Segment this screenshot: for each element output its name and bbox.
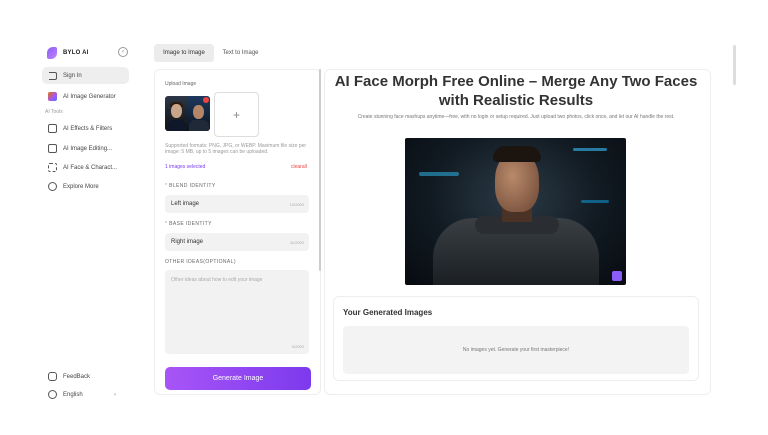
sidebar-item-image-generator[interactable]: AI Image Generator — [48, 92, 116, 101]
upload-hint: Supported formats: PNG, JPG, or WEBP. Ma… — [165, 143, 307, 155]
blend-identity-input[interactable]: Left image 10/2000 — [165, 195, 309, 213]
blend-identity-label: * BLEND IDENTITY — [165, 183, 216, 189]
section-title: AI Tools — [45, 109, 63, 115]
add-image-button[interactable]: + — [214, 92, 259, 137]
panel-scrollbar[interactable] — [319, 69, 321, 271]
chevron-right-icon: › — [114, 391, 116, 398]
language-label: English — [63, 391, 83, 398]
base-char-count: 11/2000 — [289, 239, 304, 245]
upload-label: Upload Image — [165, 81, 197, 87]
hero-hair — [493, 146, 541, 162]
thumb-left-shirt — [167, 120, 186, 131]
thumb-right-face-shape — [193, 105, 204, 119]
blend-identity-value: Left image — [171, 201, 200, 207]
sidebar-item-label: AI Image Editing... — [63, 145, 113, 152]
generate-image-button[interactable]: Generate Image — [165, 367, 311, 390]
images-selected-count: 1 images selected — [165, 164, 206, 170]
hero-image — [405, 138, 626, 285]
thumb-left-face-shape — [171, 104, 182, 118]
base-identity-value: Right image — [171, 239, 204, 245]
blend-char-count: 10/2000 — [289, 201, 304, 207]
remove-image-icon[interactable] — [203, 97, 209, 103]
other-ideas-char-count: 0/2000 — [291, 344, 304, 349]
tab-image-to-image[interactable]: Image to Image — [154, 44, 214, 62]
uploaded-image-thumbnail[interactable] — [165, 96, 210, 131]
other-ideas-textarea[interactable]: Other ideas about how to edit your image… — [165, 270, 309, 354]
sign-in-button[interactable]: Sign In — [42, 67, 129, 84]
sidebar-item-explore[interactable]: Explore More — [48, 182, 99, 191]
page-subtitle: Create stunning face mashups anytime—fre… — [357, 114, 675, 120]
hero-light-2 — [573, 148, 607, 151]
clear-all-link[interactable]: clearall — [291, 164, 307, 170]
page-title: AI Face Morph Free Online – Merge Any Tw… — [334, 73, 698, 109]
sidebar-item-image-editing[interactable]: AI Image Editing... — [48, 144, 112, 153]
collapse-sidebar-icon[interactable]: ‹ — [118, 47, 128, 57]
globe-icon — [48, 390, 57, 399]
brand[interactable]: BYLO AI — [47, 47, 89, 59]
face-scan-icon — [48, 163, 57, 172]
sidebar: BYLO AI ‹ Sign In AI Image Generator AI … — [40, 40, 132, 405]
thumb-left-face — [165, 96, 188, 131]
sidebar-item-label: AI Image Generator — [63, 93, 116, 100]
sidebar-item-label: AI Effects & Filters — [63, 125, 113, 132]
generated-images-title: Your Generated Images — [343, 308, 433, 317]
sidebar-item-face-character[interactable]: AI Face & Charact... — [48, 163, 117, 172]
image-generator-icon — [48, 92, 57, 101]
plus-icon: + — [232, 107, 240, 122]
sign-in-icon — [49, 71, 57, 80]
feedback-button[interactable]: FeedBack — [48, 372, 90, 381]
language-selector[interactable]: English › — [48, 390, 130, 399]
sidebar-item-label: Explore More — [63, 183, 99, 190]
base-identity-label-text: BASE IDENTITY — [169, 221, 212, 227]
hero-light-3 — [581, 200, 609, 203]
base-identity-label: * BASE IDENTITY — [165, 221, 212, 227]
sidebar-item-label: AI Face & Charact... — [63, 164, 118, 171]
sidebar-item-effects[interactable]: AI Effects & Filters — [48, 124, 112, 133]
explore-icon — [48, 182, 57, 191]
feedback-label: FeedBack — [63, 373, 91, 380]
brand-name: BYLO AI — [63, 50, 89, 56]
feedback-icon — [48, 372, 57, 381]
blend-identity-label-text: BLEND IDENTITY — [169, 183, 216, 189]
empty-state: No images yet. Generate your first maste… — [343, 326, 689, 374]
tab-text-to-image[interactable]: Text to Image — [218, 44, 263, 62]
sign-in-label: Sign In — [63, 72, 82, 79]
hero-light-1 — [419, 172, 459, 176]
logo-icon — [47, 47, 57, 59]
page-scrollbar[interactable] — [733, 45, 736, 85]
effects-icon — [48, 124, 57, 133]
other-ideas-placeholder: Other ideas about how to edit your image — [171, 277, 263, 283]
image-badge-icon[interactable] — [612, 271, 622, 281]
image-edit-icon — [48, 144, 57, 153]
other-ideas-label: OTHER IDEAS(OPTIONAL) — [165, 259, 236, 265]
thumb-right-shirt — [189, 120, 209, 131]
base-identity-input[interactable]: Right image 11/2000 — [165, 233, 309, 251]
